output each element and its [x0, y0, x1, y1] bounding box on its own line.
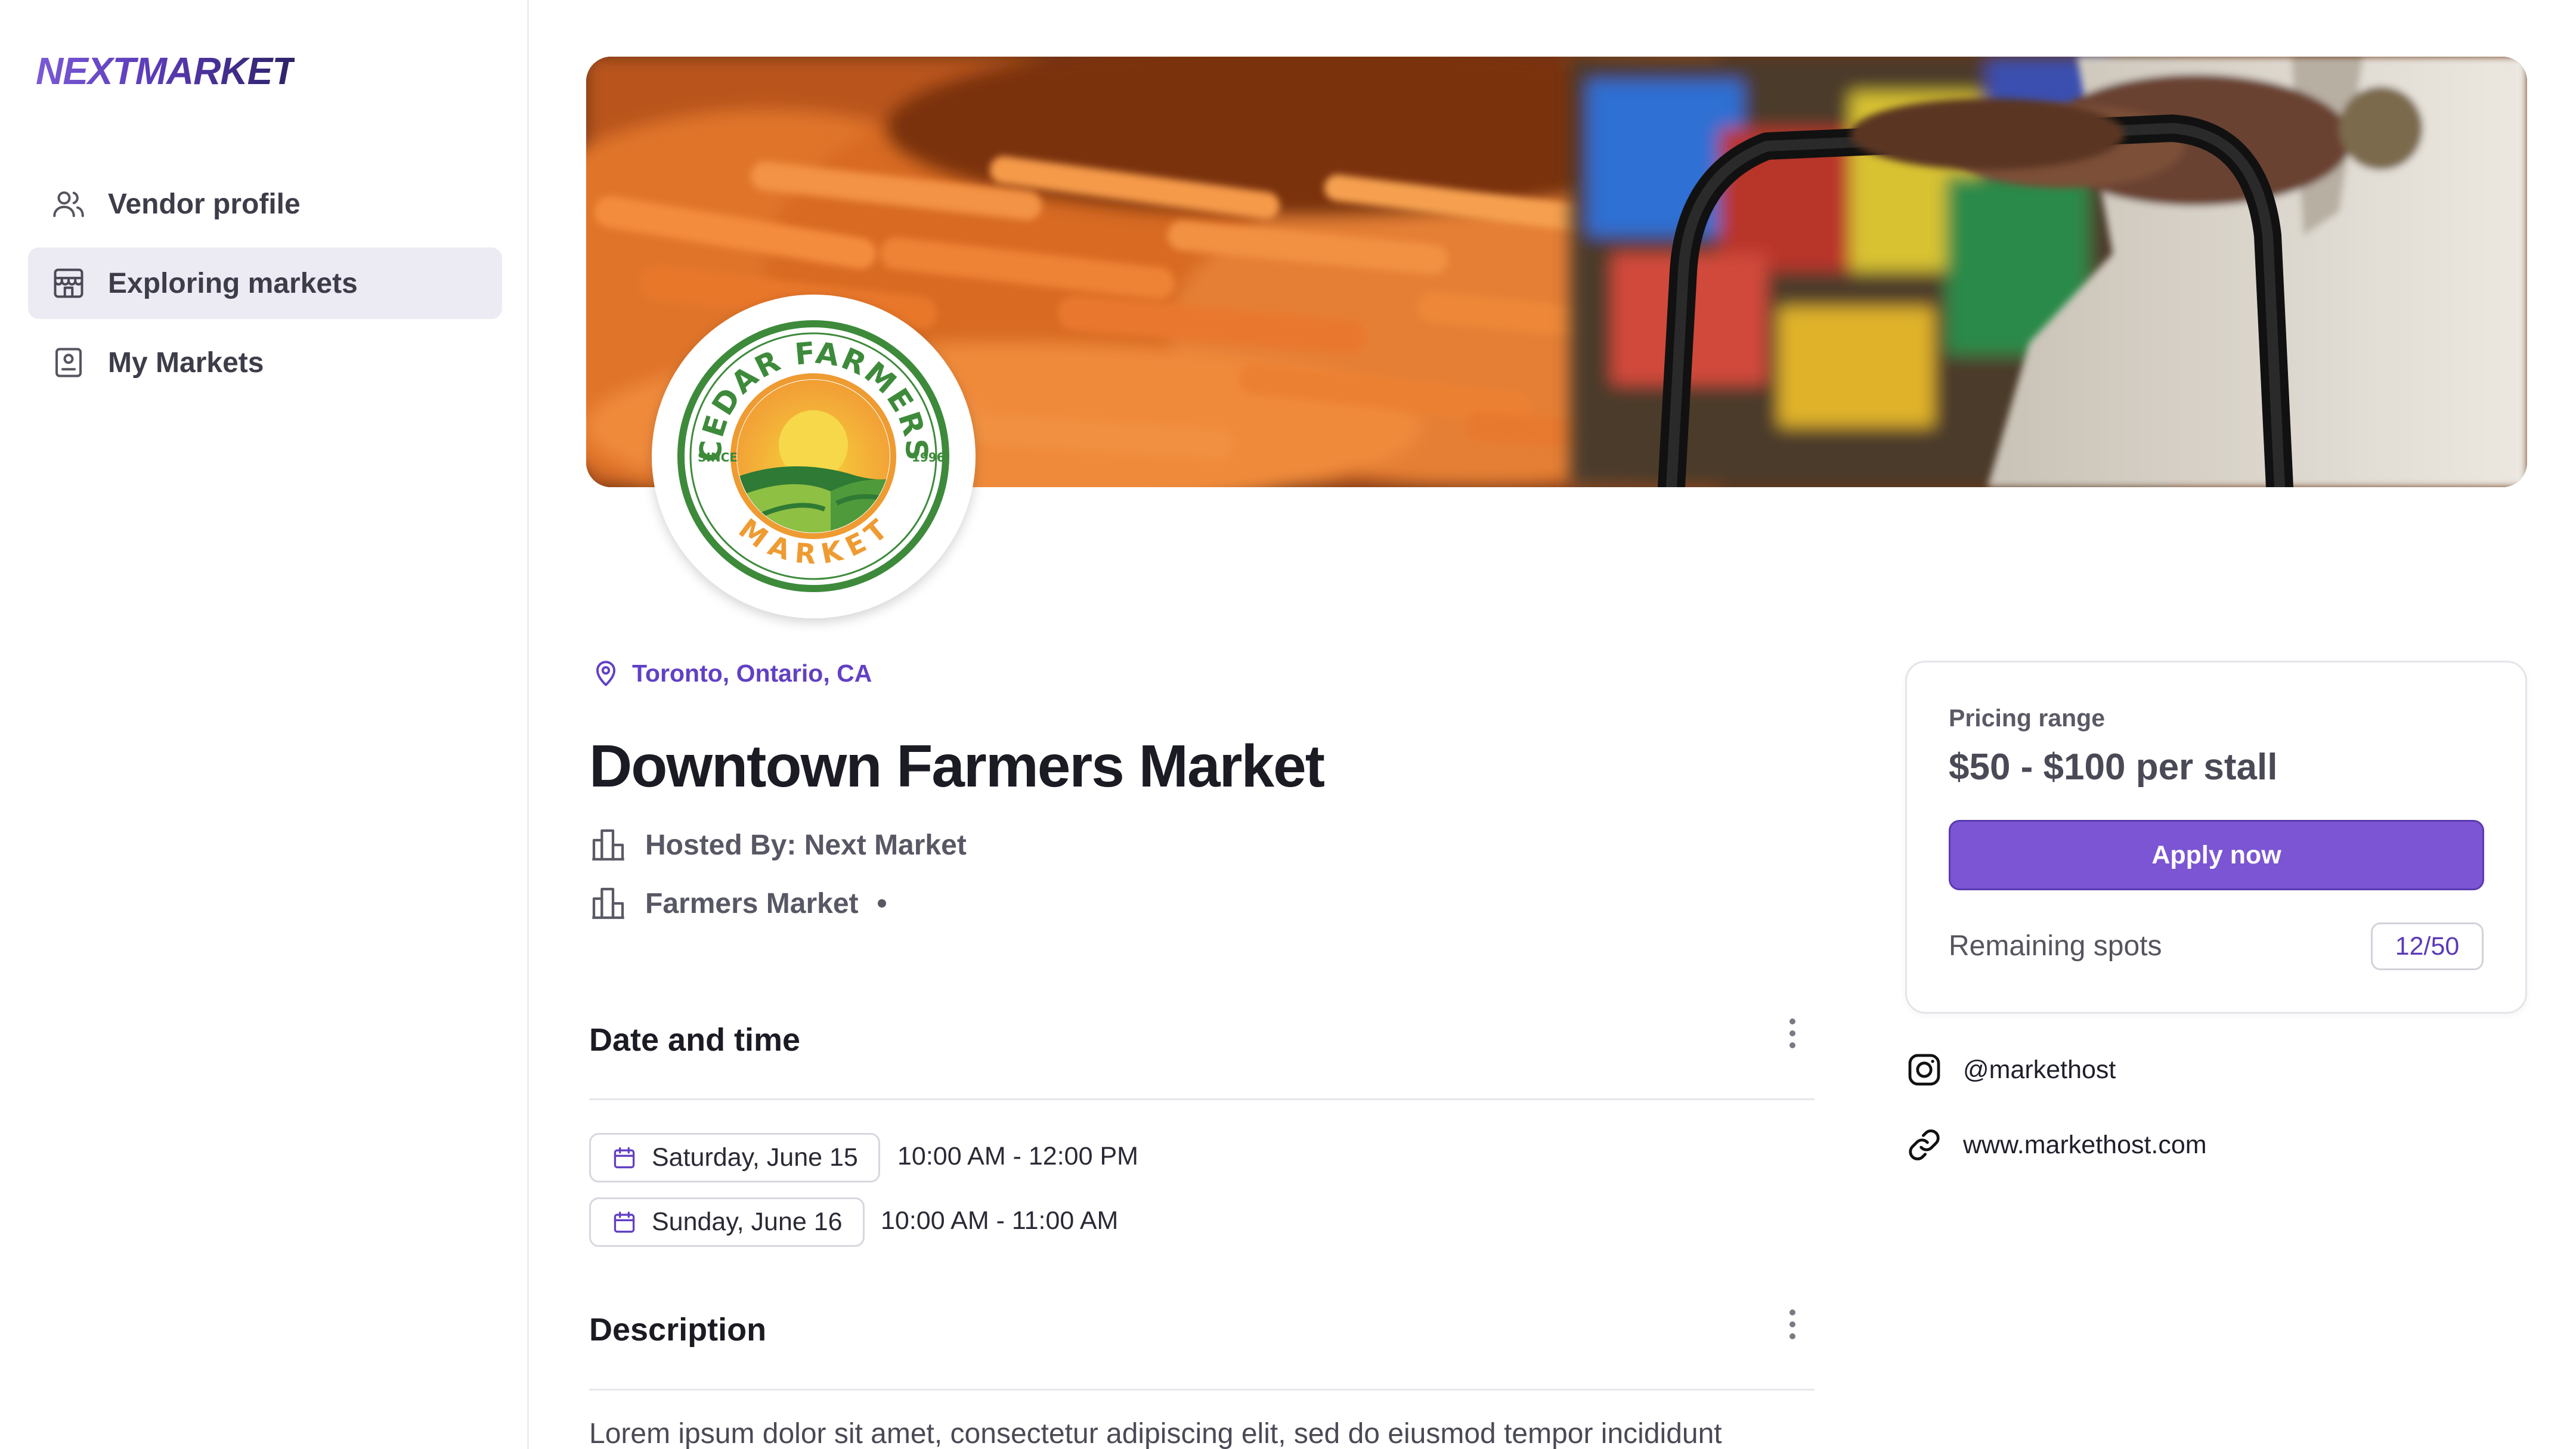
date-text: Sunday, June 16: [652, 1208, 843, 1236]
website-url: www.markethost.com: [1963, 1130, 2207, 1159]
sidebar-nav: Vendor profile Exploring markets My Mark…: [28, 168, 502, 406]
store-icon: [54, 268, 83, 298]
category-text: Farmers Market: [645, 887, 859, 919]
sidebar: NEXTMARKET Vendor profile Exploring mark…: [0, 0, 529, 1449]
sidebar-item-label: Exploring markets: [108, 267, 358, 299]
hosted-by-text: Hosted By: Next Market: [645, 829, 967, 861]
date-time-more-icon[interactable]: [1787, 1018, 1798, 1048]
description-heading: Description: [589, 1312, 767, 1348]
location-text: Toronto, Ontario, CA: [632, 659, 872, 687]
sidebar-item-label: Vendor profile: [108, 188, 301, 220]
hosted-by-row: Hosted By: Next Market: [589, 826, 967, 864]
remaining-spots-label: Remaining spots: [1949, 930, 2162, 962]
description-text: Lorem ipsum dolor sit amet, consectetur …: [589, 1418, 1722, 1449]
app-logo[interactable]: NEXTMARKET: [36, 49, 295, 93]
date-time-heading: Date and time: [589, 1022, 801, 1058]
instagram-icon: [1908, 1054, 1940, 1086]
user-icon: [53, 191, 84, 217]
map-pin-icon: [596, 661, 616, 686]
description-more-icon[interactable]: [1787, 1309, 1798, 1339]
instagram-link[interactable]: @markethost: [1905, 1051, 2116, 1089]
date-text: Saturday, June 15: [652, 1143, 858, 1172]
remaining-spots-badge: 12/50: [2371, 922, 2484, 970]
pricing-label: Pricing range: [1949, 704, 2106, 732]
calendar-icon: [614, 1147, 635, 1168]
sidebar-item-exploring-markets[interactable]: Exploring markets: [28, 247, 502, 319]
market-logo: CEDAR FARMERS MARKET SINCE 1996: [652, 295, 976, 618]
separator-dot: [877, 899, 886, 908]
logo-year-text: 1996: [912, 450, 945, 465]
divider: [589, 1098, 1815, 1100]
market-location: Toronto, Ontario, CA: [590, 658, 872, 689]
apply-now-button[interactable]: Apply now: [1949, 820, 2484, 890]
instagram-handle: @markethost: [1963, 1055, 2116, 1084]
logo-since-text: SINCE: [698, 450, 738, 465]
sidebar-item-label: My Markets: [108, 346, 264, 379]
link-icon: [1909, 1129, 1940, 1160]
page-title: Downtown Farmers Market: [589, 733, 1325, 800]
category-row: Farmers Market: [589, 884, 886, 922]
time-text: 10:00 AM - 11:00 AM: [881, 1206, 1119, 1235]
badge-icon: [55, 348, 82, 377]
divider: [589, 1389, 1815, 1391]
sidebar-item-vendor-profile[interactable]: Vendor profile: [28, 168, 502, 240]
sidebar-item-my-markets[interactable]: My Markets: [28, 327, 502, 398]
date-chip-saturday: Saturday, June 15: [589, 1133, 880, 1182]
pricing-card: Pricing range $50 - $100 per stall Apply…: [1905, 661, 2527, 1014]
pricing-value: $50 - $100 per stall: [1949, 747, 2278, 788]
website-link[interactable]: www.markethost.com: [1905, 1126, 2207, 1164]
calendar-icon: [614, 1211, 635, 1233]
building-icon: [592, 887, 624, 919]
date-chip-sunday: Sunday, June 16: [589, 1197, 865, 1247]
time-text: 10:00 AM - 12:00 PM: [897, 1142, 1138, 1171]
building-icon: [592, 829, 624, 861]
